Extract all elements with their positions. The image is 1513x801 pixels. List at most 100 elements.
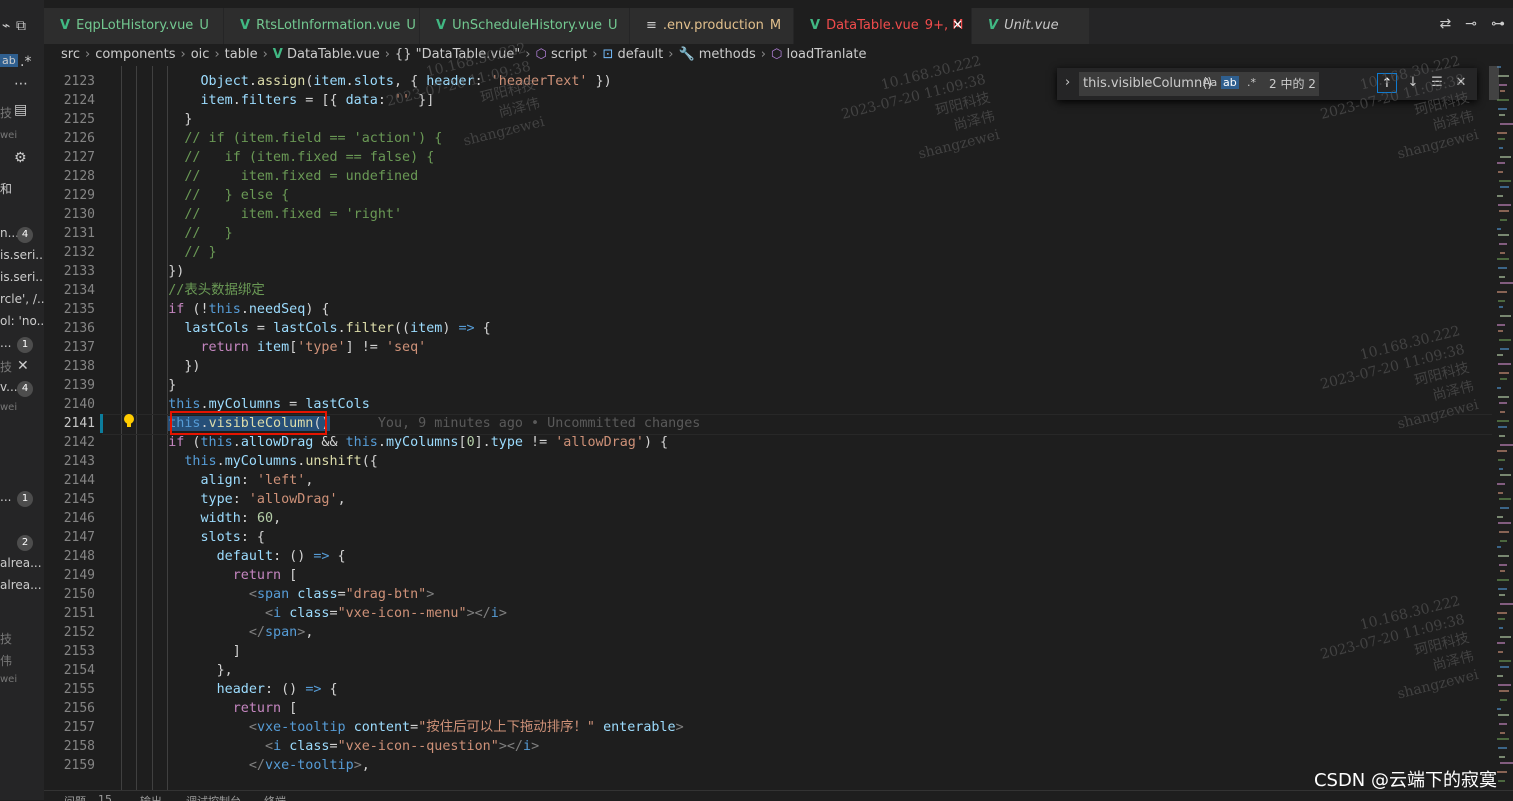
code-line[interactable]: 2151 <i class="vxe-icon--menu"></i> <box>44 604 1504 623</box>
code-line[interactable]: 2149 return [ <box>44 566 1504 585</box>
breadcrumb-item[interactable]: table <box>225 47 258 62</box>
lightbulb-icon[interactable] <box>123 413 135 429</box>
code-line[interactable]: 2135 if (!this.needSeq) { <box>44 300 1504 319</box>
code-line[interactable]: 2129 // } else { <box>44 186 1504 205</box>
code-line[interactable]: 2145 type: 'allowDrag', <box>44 490 1504 509</box>
code-line[interactable]: 2142 if (this.allowDrag && this.myColumn… <box>44 433 1504 452</box>
minimap-mark <box>1499 531 1509 533</box>
tab-unschedulehistory[interactable]: V UnScheduleHistory.vue U <box>420 8 630 44</box>
sidebar-row[interactable]: alrea... <box>0 556 42 570</box>
sidebar-row[interactable]: ... <box>0 336 11 350</box>
code-line[interactable]: 2134 //表头数据绑定 <box>44 281 1504 300</box>
code-line[interactable]: 2143 this.myColumns.unshift({ <box>44 452 1504 471</box>
copy-icon[interactable]: ⧉ <box>16 18 26 34</box>
more-icon[interactable]: ⋯ <box>14 76 28 92</box>
breadcrumb-item[interactable]: default <box>617 47 663 62</box>
line-number: 2135 <box>63 302 95 317</box>
tab-status: U <box>608 18 618 33</box>
line-number: 2150 <box>63 587 95 602</box>
code-line[interactable]: 2150 <span class="drag-btn"> <box>44 585 1504 604</box>
toggle-replace-icon[interactable]: › <box>1065 75 1070 90</box>
code-line[interactable]: 2154 }, <box>44 661 1504 680</box>
compare-icon[interactable]: ⇄ <box>1440 16 1452 32</box>
sidebar-row[interactable]: alrea... <box>0 578 42 592</box>
line-number: 2137 <box>63 340 95 355</box>
match-whole-word-toggle[interactable]: ab <box>1221 76 1239 89</box>
code-line[interactable]: 2133 }) <box>44 262 1504 281</box>
breadcrumb-item[interactable]: oic <box>191 47 210 62</box>
minimap-mark <box>1498 588 1507 590</box>
breadcrumb-item[interactable]: script <box>551 47 587 62</box>
sidebar-row[interactable]: is.seri... <box>0 270 44 284</box>
timeline-icon[interactable]: ⊸ <box>1465 16 1477 32</box>
sidebar-glyph: 技 <box>0 360 13 374</box>
code-line[interactable]: 2144 align: 'left', <box>44 471 1504 490</box>
sidebar-row[interactable]: ... <box>0 490 11 504</box>
code-line[interactable]: 2146 width: 60, <box>44 509 1504 528</box>
code-line[interactable]: 2138 }) <box>44 357 1504 376</box>
breadcrumb-item[interactable]: DataTable.vue <box>287 47 380 62</box>
code-line[interactable]: 2136 lastCols = lastCols.filter((item) =… <box>44 319 1504 338</box>
code-line[interactable]: 2128 // item.fixed = undefined <box>44 167 1504 186</box>
close-tab-icon[interactable]: ✕ <box>952 8 963 44</box>
tab-env-production[interactable]: ≡ .env.production M <box>630 8 794 44</box>
breadcrumb-item[interactable]: loadTranlate <box>786 47 866 62</box>
match-case-toggle[interactable]: Aa <box>1203 76 1217 89</box>
code-line[interactable]: 2153 ] <box>44 642 1504 661</box>
code-line[interactable]: 2126 // if (item.field == 'action') { <box>44 129 1504 148</box>
sidebar-row[interactable]: is.seri... <box>0 248 44 262</box>
tab-unit[interactable]: V Unit.vue <box>972 8 1090 44</box>
breadcrumb-item[interactable]: components <box>95 47 175 62</box>
code-line[interactable]: 2137 return item['type'] != 'seq' <box>44 338 1504 357</box>
close-icon[interactable]: ✕ <box>17 358 29 374</box>
minimap-mark <box>1498 75 1509 77</box>
code-line[interactable]: 2158 <i class="vxe-icon--question"></i> <box>44 737 1504 756</box>
minimap-mark <box>1500 603 1513 605</box>
code-line[interactable]: 2155 header: () => { <box>44 680 1504 699</box>
minimap-mark <box>1498 267 1507 269</box>
code-line[interactable]: 2156 return [ <box>44 699 1504 718</box>
minimap-mark <box>1500 123 1513 125</box>
line-number: 2140 <box>63 397 95 412</box>
sidebar-row[interactable]: ol: 'no... <box>0 314 44 328</box>
line-number: 2129 <box>63 188 95 203</box>
code-line[interactable]: 2139 } <box>44 376 1504 395</box>
code-line[interactable]: 2127 // if (item.fixed == false) { <box>44 148 1504 167</box>
breadcrumb-item[interactable]: src <box>61 47 80 62</box>
highlight-annotation-box <box>170 411 327 435</box>
code-line[interactable]: 2130 // item.fixed = 'right' <box>44 205 1504 224</box>
code-text: </vxe-tooltip>, <box>248 758 370 773</box>
split-icon[interactable]: ⌁ <box>2 18 10 34</box>
code-text: }, <box>136 663 233 678</box>
code-line[interactable]: 2148 default: () => { <box>44 547 1504 566</box>
breadcrumb-item[interactable]: methods <box>699 47 756 62</box>
line-number: 2123 <box>63 74 95 89</box>
sidebar-row[interactable]: rcle', /... <box>0 292 44 306</box>
code-line[interactable]: 2132 // } <box>44 243 1504 262</box>
minimap-mark <box>1500 282 1513 284</box>
minimap-mark <box>1498 555 1509 557</box>
minimap[interactable] <box>1497 66 1513 790</box>
git-commit-icon[interactable]: ⊶ <box>1491 16 1505 32</box>
code-line[interactable]: 2152 </span>, <box>44 623 1504 642</box>
code-line[interactable]: 2159 </vxe-tooltip>, <box>44 756 1504 775</box>
line-number: 2152 <box>63 625 95 640</box>
minimap-mark <box>1500 444 1513 446</box>
tab-rtslotinformation[interactable]: V RtsLotInformation.vue U <box>224 8 420 44</box>
code-editor[interactable]: 2123 Object.assign(item.slots, { header:… <box>44 66 1513 790</box>
tab-eqplothistory[interactable]: V EqpLotHistory.vue U <box>44 8 224 44</box>
line-number: 2149 <box>63 568 95 583</box>
tab-label: RtsLotInformation.vue <box>256 18 401 33</box>
sidebar-row[interactable]: v... <box>0 380 18 394</box>
list-icon[interactable]: ▤ <box>14 102 27 118</box>
code-line[interactable]: 2157 <vxe-tooltip content="按住后可以上下拖动排序！"… <box>44 718 1504 737</box>
gear-icon[interactable]: ⚙ <box>14 150 27 166</box>
code-line[interactable]: 2131 // } <box>44 224 1504 243</box>
scrollbar-thumb[interactable] <box>1489 66 1499 100</box>
code-text: </span>, <box>248 625 314 640</box>
regex-toggle[interactable]: .* <box>1247 76 1256 89</box>
code-line[interactable]: 2125 } <box>44 110 1504 129</box>
tab-datatable[interactable]: V DataTable.vue 9+, M ✕ <box>794 8 972 44</box>
code-line[interactable]: 2147 slots: { <box>44 528 1504 547</box>
minimap-mark <box>1500 252 1505 254</box>
